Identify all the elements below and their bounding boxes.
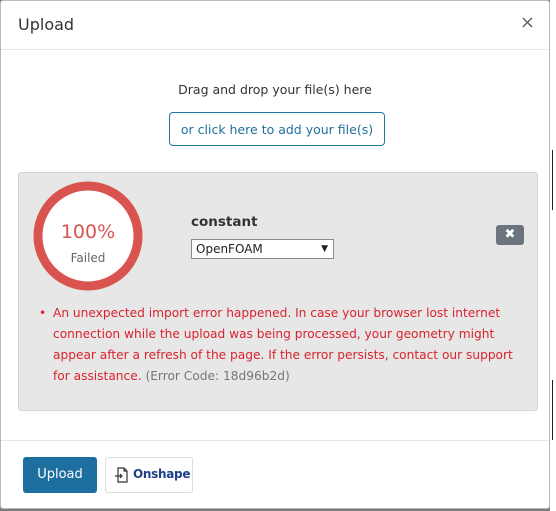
dialog-title: Upload	[18, 15, 75, 34]
remove-file-button[interactable]: ✖	[496, 225, 524, 245]
file-upload-card: 100% Failed constant OpenFOAM ▼ ✖ • An u…	[18, 172, 538, 411]
upload-status: Failed	[70, 251, 106, 265]
dropdown-caret-icon: ▼	[321, 244, 328, 254]
progress-percent: 100%	[60, 221, 116, 243]
format-select[interactable]: OpenFOAM ▼	[191, 239, 334, 259]
file-import-icon	[115, 467, 129, 487]
error-code: (Error Code: 18d96b2d)	[145, 369, 290, 383]
upload-button[interactable]: Upload	[23, 457, 97, 493]
dropzone-text: Drag and drop your file(s) here	[178, 82, 372, 97]
onshape-label: Onshape	[133, 467, 191, 481]
background-edge	[550, 0, 556, 511]
file-name: constant	[191, 214, 258, 230]
format-selected-value: OpenFOAM	[196, 242, 263, 256]
upload-dialog: Upload × Drag and drop your file(s) here…	[0, 0, 550, 509]
bullet-icon: •	[39, 306, 47, 320]
progress-ring: 100% Failed	[32, 180, 144, 292]
onshape-button[interactable]: Onshape	[105, 457, 193, 493]
background-line	[552, 150, 553, 210]
close-icon[interactable]: ×	[520, 13, 535, 33]
footer-divider	[1, 440, 549, 441]
dialog-header: Upload ×	[1, 1, 549, 50]
add-files-button[interactable]: or click here to add your file(s)	[169, 112, 385, 146]
background-line	[552, 380, 553, 440]
error-message: • An unexpected import error happened. I…	[37, 303, 527, 387]
